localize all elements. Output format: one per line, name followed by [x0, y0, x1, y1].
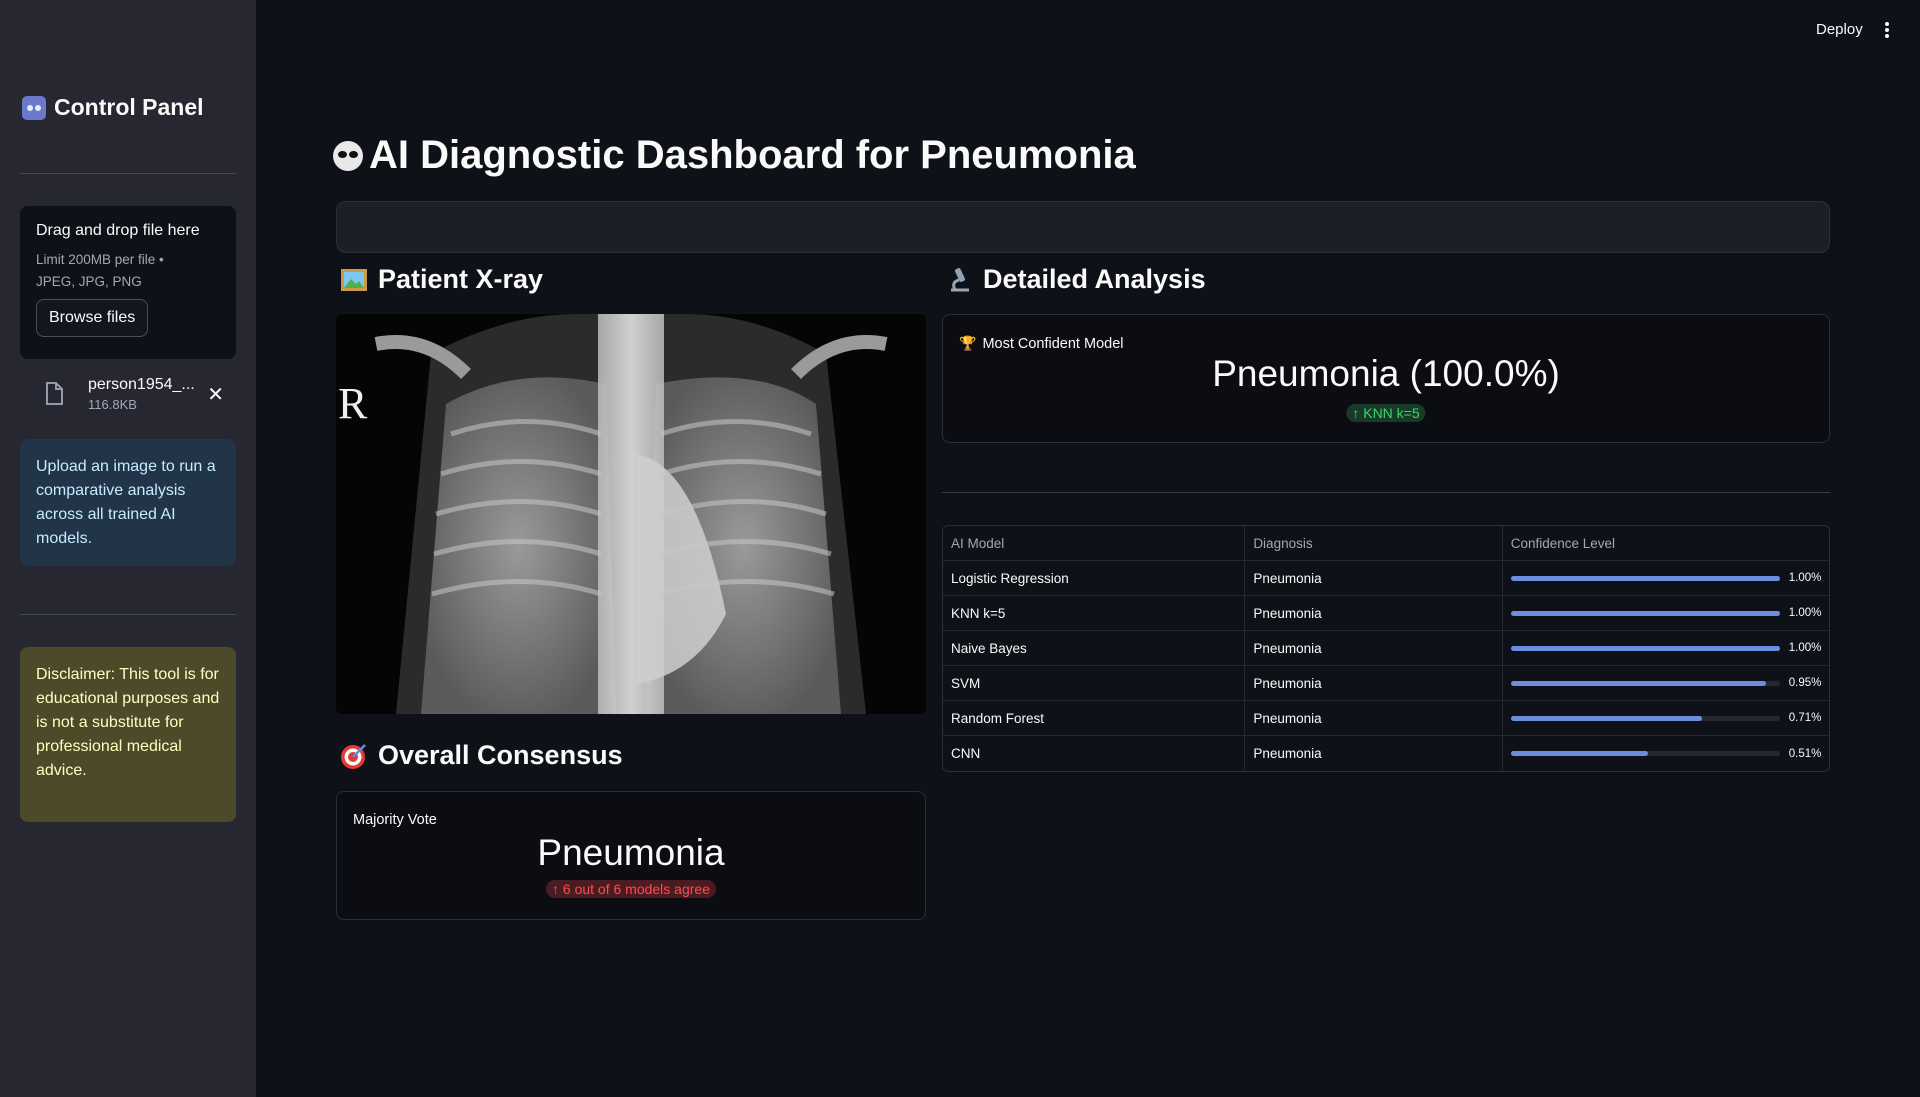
confidence-progress-bar — [1510, 610, 1780, 616]
dropzone-limit-line1: Limit 200MB per file • — [36, 252, 164, 267]
main-divider — [942, 492, 1830, 493]
column-header-confidence[interactable]: Confidence Level — [1503, 526, 1829, 560]
confidence-progress-bar — [1510, 575, 1780, 581]
cell-model: SVM — [943, 666, 1246, 700]
confidence-progress-bar — [1510, 680, 1780, 686]
confidence-progress-bar — [1510, 645, 1780, 651]
cell-confidence: 1.00% — [1503, 596, 1829, 630]
uploaded-file-row: person1954_... 116.8KB ✕ — [20, 372, 236, 416]
table-row: Naive Bayes Pneumonia 1.00% — [943, 631, 1829, 666]
confidence-progress-fill — [1510, 645, 1780, 651]
most-confident-delta: ↑ KNN k=5 — [1346, 404, 1426, 422]
cell-diagnosis: Pneumonia — [1245, 596, 1503, 630]
sidebar: Control Panel Drag and drop file here Li… — [0, 0, 256, 1097]
cell-model: Logistic Regression — [943, 561, 1246, 595]
dropzone-limit-line2: JPEG, JPG, PNG — [36, 274, 142, 289]
sidebar-divider — [20, 614, 236, 615]
confidence-progress-fill — [1510, 751, 1648, 756]
cell-model: CNN — [943, 736, 1246, 771]
browse-files-button[interactable]: Browse files — [36, 299, 149, 337]
trophy-icon: 🏆 — [959, 335, 977, 351]
confidence-progress-bar — [1510, 751, 1780, 756]
xray-heading-text: Patient X-ray — [378, 264, 544, 294]
xray-marker: R — [338, 379, 368, 428]
confidence-progress-fill — [1510, 575, 1780, 581]
uploaded-file-size: 116.8KB — [88, 397, 137, 412]
most-confident-value: Pneumonia (100.0%) — [1212, 353, 1560, 394]
table-row: CNN Pneumonia 0.51% — [943, 736, 1829, 771]
cell-diagnosis: Pneumonia — [1245, 736, 1503, 771]
uploaded-file-name: person1954_... — [88, 376, 195, 393]
confidence-value: 0.95% — [1788, 677, 1822, 689]
confidence-value: 1.00% — [1788, 642, 1822, 654]
confidence-value: 0.51% — [1788, 747, 1822, 760]
confidence-progress-fill — [1510, 715, 1702, 721]
cell-confidence: 0.95% — [1503, 666, 1829, 700]
cell-model: KNN k=5 — [943, 596, 1246, 630]
uploaded-file-info: person1954_... 116.8KB — [88, 376, 195, 412]
consensus-heading-text: Overall Consensus — [378, 740, 623, 770]
alien-icon — [333, 140, 363, 171]
page-title-text: AI Diagnostic Dashboard for Pneumonia — [369, 133, 1136, 177]
cell-diagnosis: Pneumonia — [1245, 701, 1503, 735]
file-icon — [46, 382, 63, 405]
xray-image: R — [336, 314, 926, 714]
sidebar-title-text: Control Panel — [54, 94, 204, 120]
sidebar-divider — [20, 173, 236, 174]
file-uploader-dropzone[interactable]: Drag and drop file here Limit 200MB per … — [20, 206, 236, 359]
cell-confidence: 0.51% — [1503, 736, 1829, 771]
dropzone-limit: Limit 200MB per file • JPEG, JPG, PNG — [36, 249, 220, 293]
column-header-diagnosis[interactable]: Diagnosis — [1245, 526, 1503, 560]
confidence-progress-fill — [1510, 610, 1780, 616]
confidence-value: 1.00% — [1788, 572, 1822, 584]
most-confident-card: 🏆 Most Confident Model Pneumonia (100.0%… — [942, 314, 1830, 443]
cell-model: Random Forest — [943, 701, 1246, 735]
confidence-progress-bar — [1510, 715, 1780, 721]
framed-picture-icon — [341, 268, 367, 291]
disclaimer-alert: Disclaimer: This tool is for educational… — [20, 647, 236, 822]
cell-model: Naive Bayes — [943, 631, 1246, 665]
results-table[interactable]: AI Model Diagnosis Confidence Level Logi… — [942, 525, 1830, 772]
control-knobs-icon — [22, 95, 46, 120]
table-row: SVM Pneumonia 0.95% — [943, 666, 1829, 701]
deploy-button[interactable]: Deploy — [1816, 21, 1863, 38]
analysis-heading-text: Detailed Analysis — [983, 264, 1206, 294]
table-header-row: AI Model Diagnosis Confidence Level — [943, 526, 1829, 561]
table-row: KNN k=5 Pneumonia 1.00% — [943, 596, 1829, 631]
most-confident-label: 🏆 Most Confident Model — [959, 335, 1123, 352]
target-icon — [341, 743, 366, 769]
most-confident-label-text: Most Confident Model — [982, 335, 1124, 352]
main-menu-icon[interactable] — [1885, 22, 1889, 38]
consensus-heading: Overall Consensus — [340, 740, 623, 771]
status-container — [336, 201, 1830, 253]
confidence-value: 0.71% — [1788, 712, 1822, 724]
cell-diagnosis: Pneumonia — [1245, 666, 1503, 700]
majority-vote-label: Majority Vote — [353, 812, 437, 828]
table-row: Random Forest Pneumonia 0.71% — [943, 701, 1829, 736]
majority-vote-card: Majority Vote Pneumonia ↑ 6 out of 6 mod… — [336, 791, 926, 920]
column-header-model[interactable]: AI Model — [943, 526, 1246, 560]
dropzone-text: Drag and drop file here — [36, 222, 200, 239]
majority-vote-delta: ↑ 6 out of 6 models agree — [546, 880, 716, 898]
cell-confidence: 0.71% — [1503, 701, 1829, 735]
table-body: Logistic Regression Pneumonia 1.00% KNN k=5… — [943, 561, 1829, 771]
confidence-value: 1.00% — [1788, 607, 1822, 619]
majority-vote-value: Pneumonia — [537, 832, 725, 873]
info-alert: Upload an image to run a comparative ana… — [20, 439, 236, 566]
xray-graphic: R — [336, 314, 926, 714]
analysis-heading: Detailed Analysis — [945, 264, 1206, 295]
cell-confidence: 1.00% — [1503, 561, 1829, 595]
xray-heading: Patient X-ray — [340, 264, 543, 295]
remove-file-icon[interactable]: ✕ — [207, 382, 224, 407]
microscope-icon — [951, 267, 969, 291]
sidebar-title: Control Panel — [22, 94, 204, 121]
confidence-progress-fill — [1510, 680, 1767, 686]
cell-diagnosis: Pneumonia — [1245, 561, 1503, 595]
cell-diagnosis: Pneumonia — [1245, 631, 1503, 665]
cell-confidence: 1.00% — [1503, 631, 1829, 665]
table-row: Logistic Regression Pneumonia 1.00% — [943, 561, 1829, 596]
page-title: AI Diagnostic Dashboard for Pneumonia — [333, 133, 1136, 178]
